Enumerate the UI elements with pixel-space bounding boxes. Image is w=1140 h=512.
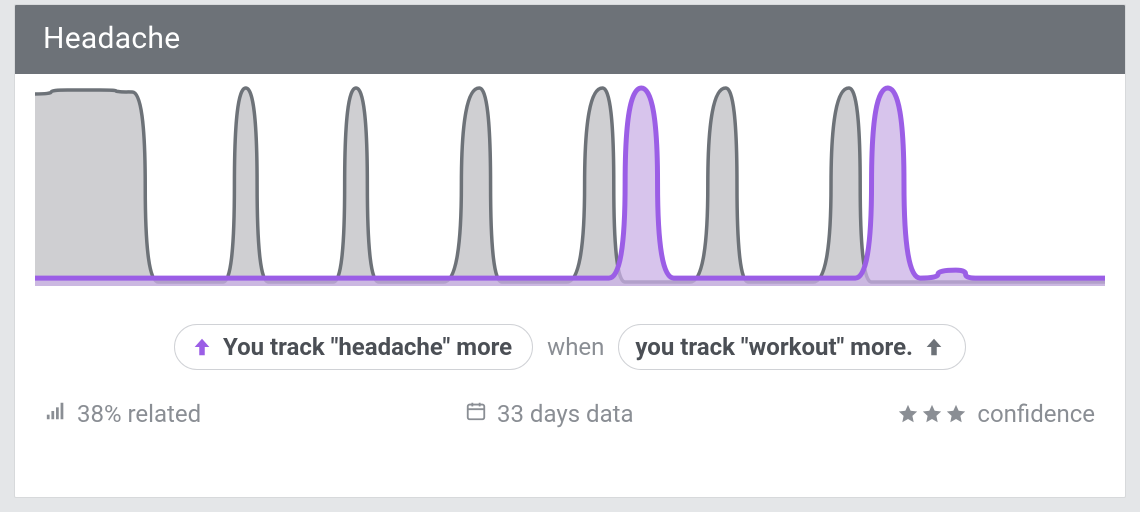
insight-connector: when	[547, 333, 604, 361]
arrow-up-icon	[923, 336, 945, 358]
insight-sentence: You track "headache" more when you track…	[15, 294, 1125, 380]
card-title: Headache	[43, 21, 180, 56]
bars-icon	[45, 400, 67, 428]
related-stat: 38% related	[45, 400, 201, 428]
insight-pill-right[interactable]: you track "workout" more.	[618, 324, 966, 370]
confidence-stars	[897, 403, 967, 425]
insight-pill-right-text: you track "workout" more.	[635, 333, 913, 361]
related-text: 38% related	[77, 400, 201, 428]
star-icon	[921, 403, 943, 425]
series-workout-line	[35, 88, 1105, 282]
stats-row: 38% related 33 days data confidence	[15, 380, 1125, 438]
chart-area	[15, 74, 1125, 294]
star-icon	[945, 403, 967, 425]
insight-card: Headache You track "headache" more when …	[14, 4, 1126, 498]
card-header: Headache	[15, 5, 1125, 74]
series-headache-line	[35, 88, 1105, 278]
insight-pill-left[interactable]: You track "headache" more	[174, 324, 533, 370]
insight-pill-left-text: You track "headache" more	[223, 333, 512, 361]
series-headache-area	[35, 88, 1105, 286]
confidence-text: confidence	[977, 400, 1095, 428]
series-workout-area	[35, 88, 1105, 286]
star-icon	[897, 403, 919, 425]
days-text: 33 days data	[497, 400, 634, 428]
days-stat: 33 days data	[465, 400, 634, 428]
chart-svg	[35, 84, 1105, 294]
confidence-stat: confidence	[897, 400, 1095, 428]
calendar-icon	[465, 400, 487, 428]
arrow-up-icon	[191, 336, 213, 358]
